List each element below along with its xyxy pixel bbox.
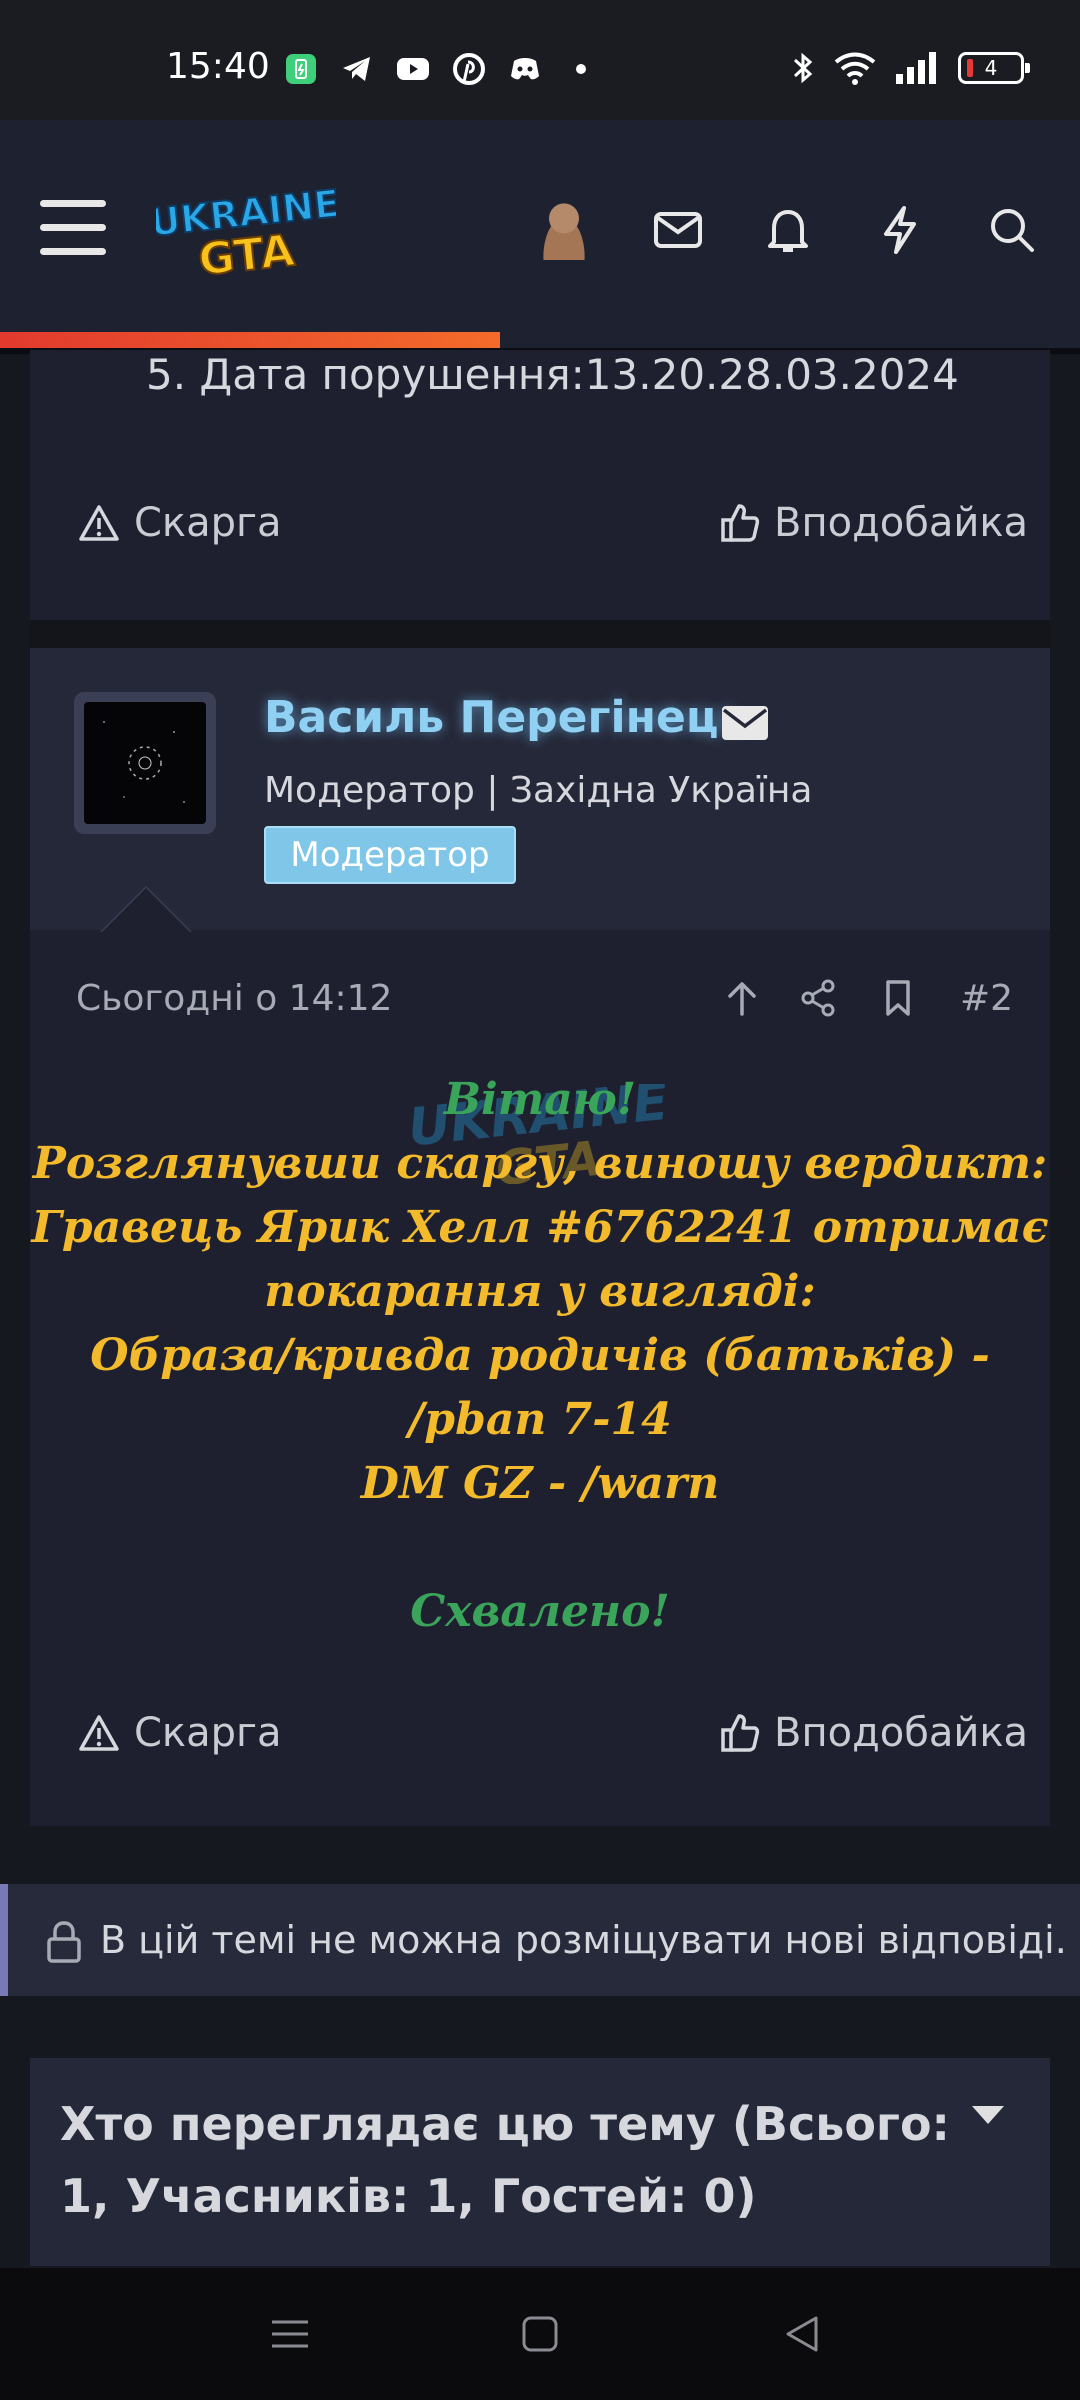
envelope-icon[interactable] [720,704,770,742]
post-author-username[interactable]: Василь Перегінець [264,692,746,743]
post-separator [30,620,1050,648]
bell-icon[interactable] [760,202,816,258]
recent-apps-icon[interactable] [268,2312,312,2356]
greeting-text: Вітаю! [443,1074,637,1125]
back-icon[interactable] [780,2312,824,2356]
viewers-title: Хто переглядає цю тему (Всього: 1, Учасн… [60,2097,950,2223]
notification-icons [284,52,598,86]
bolt-icon[interactable] [872,202,928,258]
post-2: Василь Перегінець Модератор | Західна Ук… [30,648,1050,1826]
avatar-pointer [102,888,190,932]
lock-icon [47,1921,81,1963]
report-label: Скарга [134,1710,282,1756]
post-date[interactable]: Сьогодні о 14:12 [76,978,392,1019]
system-icons: 4 [790,50,1030,86]
bookmark-icon[interactable] [878,978,918,1018]
signal-icon [896,52,936,84]
battery-level: 4 [984,56,998,80]
status-bar: 15:40 4 [0,0,1080,120]
youtube-icon [397,58,429,80]
pinterest-icon [453,53,485,85]
post-1: 5. Дата порушення:13.20.28.03.2024 Скарг… [30,350,1050,620]
thumbs-up-icon [721,504,760,542]
post-1-text: 5. Дата порушення:13.20.28.03.2024 [146,350,959,399]
post-author-title: Модератор | Західна Україна [264,770,813,811]
discord-icon [511,58,539,80]
post-2-user-block: Василь Перегінець Модератор | Західна Ук… [30,648,1050,932]
site-logo[interactable]: UKRAINE GTA [156,182,336,280]
wifi-icon [834,52,876,85]
thread-locked-notice: В цій темі не можна розміщувати нові від… [0,1884,1080,1996]
approved-text: Схвалено! [410,1586,670,1637]
mail-icon[interactable] [650,202,706,258]
verdict-line-6: DM GZ - /warn [360,1458,720,1509]
menu-icon[interactable] [40,200,106,256]
post-1-actions: Скарга Вподобайка [30,500,1050,570]
post-2-meta: Сьогодні о 14:12 #2 [30,948,1050,1048]
report-label: Скарга [134,500,282,546]
svg-text:GTA: GTA [196,225,297,280]
battery-icon: 4 [958,52,1030,84]
arrow-up-icon[interactable] [722,978,762,1018]
post-2-actions: Скарга Вподобайка [30,1710,1050,1780]
battery-saver-icon [286,54,316,84]
status-time: 15:40 [166,46,270,87]
locked-notice-text: В цій темі не можна розміщувати нові від… [100,1918,1067,1962]
report-button[interactable]: Скарга [78,1710,282,1756]
like-label: Вподобайка [774,1710,1029,1756]
post-2-body: UKRAINE GTA Вітаю! Розглянувши скаргу, в… [30,1068,1050,1637]
like-button[interactable]: Вподобайка [720,1710,1028,1756]
bluetooth-icon [793,52,813,84]
site-header: UKRAINE GTA [0,120,1080,350]
verdict-line-3: покарання у вигляді: [264,1266,816,1317]
verdict-line-1: Розглянувши скаргу, виношу вердикт: [32,1138,1048,1189]
like-label: Вподобайка [774,500,1029,546]
verdict-line-5: /pban 7-14 [408,1394,672,1445]
reading-progress-bar [0,332,500,348]
verdict-line-4: Образа/кривда родичів (батьків) - [90,1330,990,1381]
report-button[interactable]: Скарга [78,500,282,546]
warning-icon [79,505,119,541]
chevron-down-icon[interactable] [972,2106,1004,2124]
thumbs-up-icon [721,1714,760,1752]
post-author-avatar[interactable] [74,692,216,834]
warning-icon [79,1715,119,1751]
moderator-badge: Модератор [264,826,516,884]
user-avatar[interactable] [532,196,596,260]
home-icon[interactable] [518,2312,562,2356]
post-number[interactable]: #2 [960,978,1013,1019]
search-icon[interactable] [984,202,1040,258]
verdict-line-2: Гравець Ярик Хелл #6762241 отримає [31,1202,1049,1253]
like-button[interactable]: Вподобайка [720,500,1028,546]
avatar-image [103,721,185,803]
thread-viewers-block[interactable]: Хто переглядає цю тему (Всього: 1, Учасн… [30,2058,1050,2266]
telegram-icon [343,57,370,81]
share-icon[interactable] [798,978,838,1018]
dot-icon [576,64,586,74]
system-nav-bar [0,2268,1080,2400]
